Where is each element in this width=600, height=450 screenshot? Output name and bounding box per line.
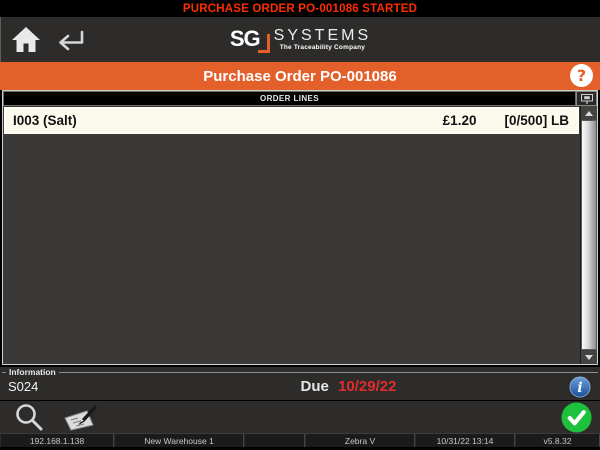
triangle-up-icon — [585, 111, 593, 116]
due-date-value: 10/29/22 — [338, 378, 396, 395]
status-ip-address: 192.168.1.138 — [0, 434, 114, 447]
pin-icon — [580, 93, 594, 105]
logo-systems-text: SYSTEMS — [274, 28, 371, 45]
order-lines-header: ORDER LINES — [3, 91, 597, 106]
information-divider — [2, 372, 598, 373]
status-version: v5.8.32 — [515, 434, 600, 447]
title-bar: Purchase Order PO-001086 ? — [0, 62, 600, 90]
help-button[interactable]: ? — [570, 64, 593, 87]
home-icon — [11, 26, 41, 53]
svg-text:i: i — [577, 380, 582, 396]
due-date-text: Due 10/29/22 — [128, 378, 569, 395]
info-button[interactable]: i — [569, 376, 591, 398]
bottom-toolbar — [0, 400, 600, 433]
scroll-up-button[interactable] — [581, 106, 597, 120]
app-window: PURCHASE ORDER PO-001086 STARTED SG — [0, 0, 600, 450]
triangle-down-icon — [585, 355, 593, 360]
pin-button[interactable] — [576, 91, 597, 106]
signature-icon — [62, 403, 100, 431]
info-icon: i — [569, 376, 591, 398]
back-arrow-icon — [51, 26, 87, 53]
list-scrollbar — [580, 106, 597, 364]
question-mark-icon: ? — [577, 66, 586, 85]
order-item-name: I003 (Salt) — [13, 113, 443, 128]
check-icon — [561, 402, 592, 433]
order-lines-title: ORDER LINES — [260, 94, 319, 103]
status-datetime: 10/31/22 13:14 — [415, 434, 515, 447]
back-button[interactable] — [51, 26, 87, 53]
confirm-button[interactable] — [561, 402, 592, 433]
logo-tagline: The Traceability Company — [274, 44, 371, 51]
logo-sg-text: SG — [230, 26, 260, 51]
due-label: Due — [301, 378, 329, 395]
search-button[interactable] — [14, 403, 44, 432]
alert-text: PURCHASE ORDER PO-001086 STARTED — [183, 3, 417, 15]
order-lines-panel: ORDER LINES I003 (Salt) £1.20 [0/500] LB — [2, 90, 598, 365]
information-label: Information — [6, 367, 59, 377]
alert-bar: PURCHASE ORDER PO-001086 STARTED — [0, 0, 600, 17]
order-item-quantity: [0/500] LB — [504, 113, 569, 128]
sg-systems-logo: SG SYSTEMS The Traceability Company — [221, 28, 381, 52]
logo-bracket — [258, 34, 270, 53]
status-empty — [244, 434, 305, 447]
order-item-price: £1.20 — [443, 113, 477, 128]
scrollbar-thumb[interactable] — [581, 120, 597, 350]
order-lines-list: I003 (Salt) £1.20 [0/500] LB — [3, 106, 580, 364]
status-device: Zebra V — [305, 434, 415, 447]
signature-button[interactable] — [62, 403, 100, 431]
information-section: Information S024 Due 10/29/22 i — [0, 365, 600, 400]
header: SG SYSTEMS The Traceability Company — [0, 17, 600, 62]
supplier-code: S024 — [8, 379, 128, 394]
search-icon — [14, 403, 44, 432]
status-warehouse: New Warehouse 1 — [114, 434, 244, 447]
scroll-down-button[interactable] — [581, 350, 597, 364]
page-title: Purchase Order PO-001086 — [203, 68, 396, 85]
status-bar: 192.168.1.138 New Warehouse 1 Zebra V 10… — [0, 433, 600, 447]
home-button[interactable] — [11, 26, 41, 53]
order-line-row[interactable]: I003 (Salt) £1.20 [0/500] LB — [4, 107, 579, 134]
